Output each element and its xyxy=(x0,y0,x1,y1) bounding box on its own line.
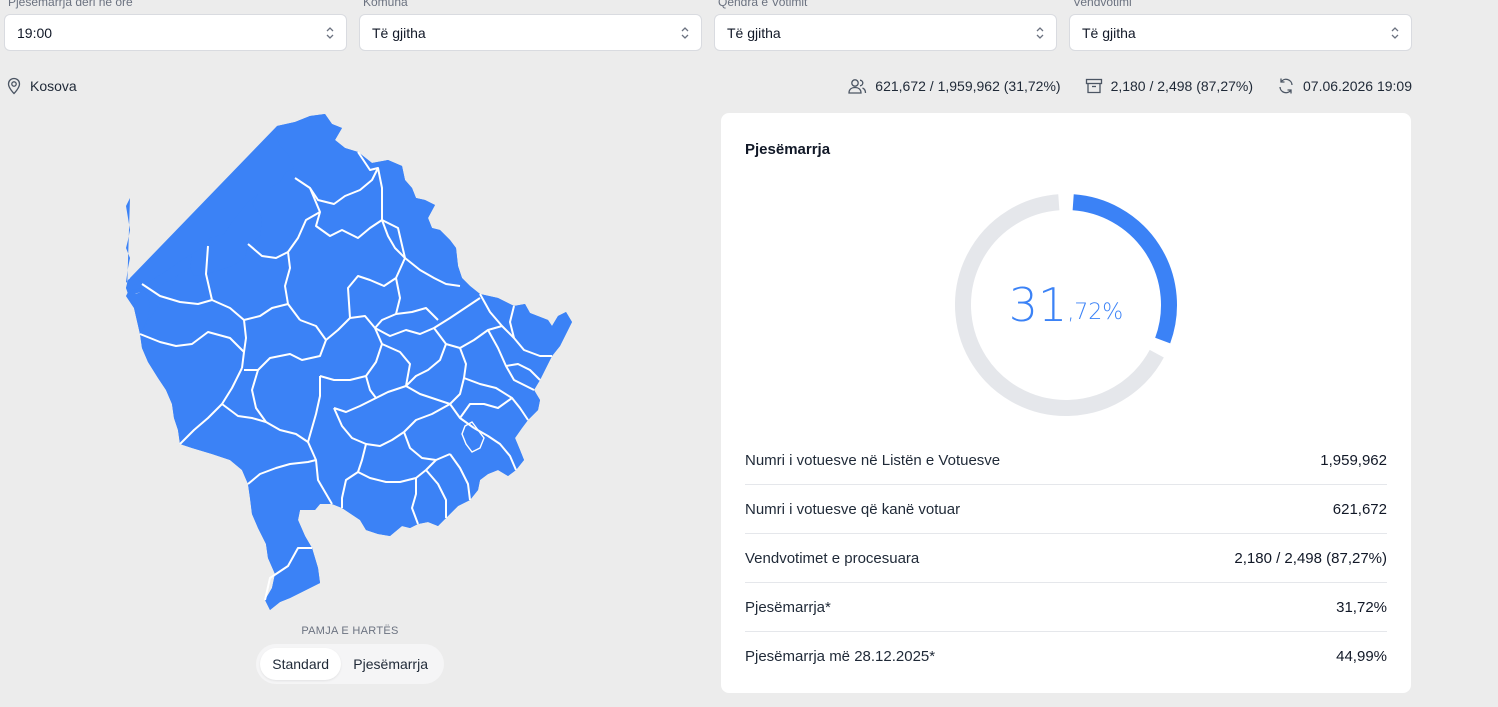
chevron-up-down-icon xyxy=(1391,27,1399,39)
filter-label: Qendra e Votimit xyxy=(718,0,808,9)
map-view-toggle: Standard Pjesëmarrja xyxy=(256,644,444,684)
donut-integer: 31 xyxy=(1008,278,1068,332)
filter-label: Vendvotimi xyxy=(1073,0,1132,9)
polling-station-select[interactable]: Të gjitha xyxy=(1069,14,1412,51)
row-label: Pjesëmarrja më 28.12.2025* xyxy=(745,648,936,665)
donut-decimal: ,72% xyxy=(1067,299,1124,325)
stations-value: 2,180 / 2,498 (87,27%) xyxy=(1110,78,1253,94)
updated-value: 07.06.2026 19:09 xyxy=(1303,78,1412,94)
select-value: 19:00 xyxy=(17,25,53,41)
chevron-up-down-icon xyxy=(326,27,334,39)
row-label: Pjesëmarrja* xyxy=(745,598,831,616)
filter-label: Pjesëmarrja deri në orë xyxy=(8,0,133,9)
refresh-icon[interactable] xyxy=(1277,77,1295,95)
row-label: Numri i votuesve në Listën e Votuesve xyxy=(745,451,1001,469)
filter-label: Komuna xyxy=(363,0,408,9)
toggle-turnout[interactable]: Pjesëmarrja xyxy=(341,648,440,680)
table-row: Vendvotimet e procesuara 2,180 / 2,498 (8… xyxy=(745,534,1387,583)
donut-value: 31,72% xyxy=(952,191,1180,419)
location-name: Kosova xyxy=(30,78,77,94)
row-label: Vendvotimet e procesuara xyxy=(745,549,920,567)
location-breadcrumb: Kosova xyxy=(6,77,77,95)
toggle-standard[interactable]: Standard xyxy=(260,648,342,680)
table-row: Pjesëmarrja* 31,72% xyxy=(745,583,1387,632)
voters-value: 621,672 / 1,959,962 (31,72%) xyxy=(875,78,1061,94)
municipality-select[interactable]: Të gjitha xyxy=(359,14,702,51)
row-value: 621,672 xyxy=(1332,500,1387,518)
updated-stat: 07.06.2026 19:09 xyxy=(1277,77,1412,95)
table-row: Numri i votuesve që kanë votuar 621,672 xyxy=(745,485,1387,534)
turnout-time-select[interactable]: 19:00 xyxy=(4,14,347,51)
voting-center-select[interactable]: Të gjitha xyxy=(714,14,1057,51)
table-row: Numri i votuesve në Listën e Votuesve 1,9… xyxy=(745,436,1387,485)
card-title: Pjesëmarrja xyxy=(745,141,831,158)
map-pin-icon xyxy=(7,77,21,95)
summary-stats: 621,672 / 1,959,962 (31,72%) 2,180 / 2,4… xyxy=(847,77,1412,95)
voters-stat: 621,672 / 1,959,962 (31,72%) xyxy=(847,77,1061,95)
row-value: 1,959,962 xyxy=(1320,451,1387,469)
map-view-label: PAMJA E HARTËS xyxy=(301,625,399,637)
stations-stat: 2,180 / 2,498 (87,27%) xyxy=(1085,77,1253,95)
row-value: 2,180 / 2,498 (87,27%) xyxy=(1234,549,1387,567)
select-value: Të gjitha xyxy=(727,25,781,41)
archive-box-icon xyxy=(1085,78,1102,94)
select-value: Të gjitha xyxy=(372,25,426,41)
turnout-card: Pjesëmarrja 31,72% Numri i votuesve në L… xyxy=(721,113,1411,693)
stats-table: Numri i votuesve në Listën e Votuesve 1,9… xyxy=(745,436,1387,681)
row-value: 31,72% xyxy=(1336,598,1387,616)
kosovo-map[interactable] xyxy=(120,108,580,616)
row-label: Numri i votuesve që kanë votuar xyxy=(745,500,961,518)
select-value: Të gjitha xyxy=(1082,25,1136,41)
chevron-up-down-icon xyxy=(1036,27,1044,39)
table-row: Pjesëmarrja më 28.12.2025* 44,99% xyxy=(745,632,1387,681)
row-value: 44,99% xyxy=(1336,648,1387,665)
users-icon xyxy=(848,79,867,94)
chevron-up-down-icon xyxy=(681,27,689,39)
